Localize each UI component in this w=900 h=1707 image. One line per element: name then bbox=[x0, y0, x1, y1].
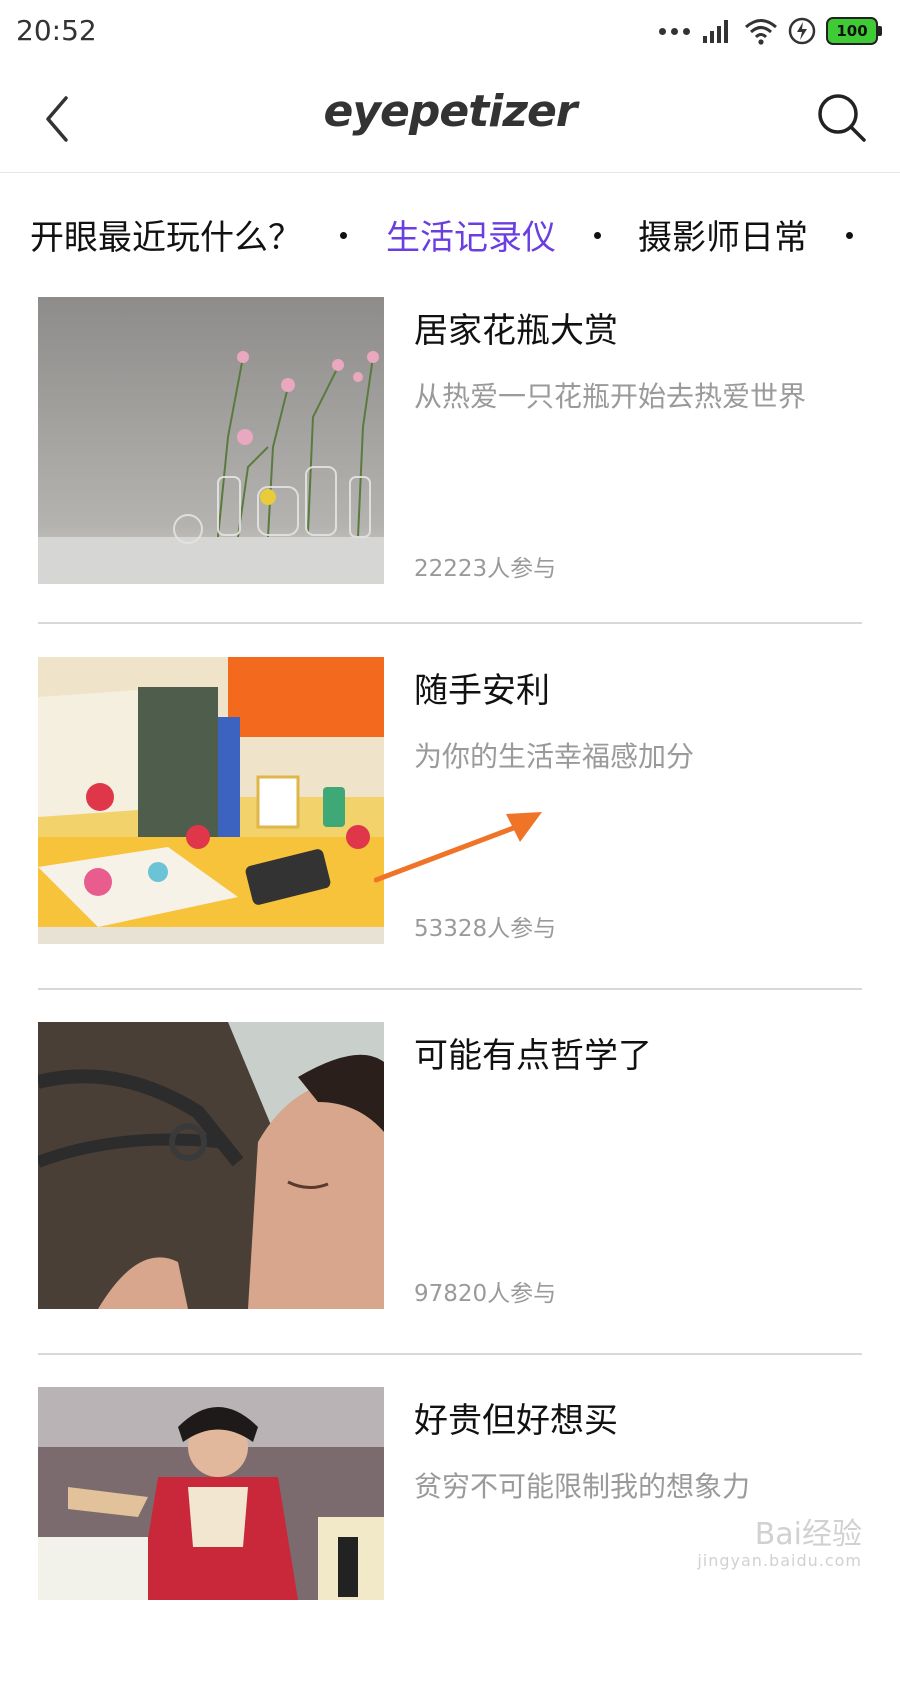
watermark: Bai经验 jingyan.baidu.com bbox=[697, 1509, 862, 1570]
watermark-main: Bai经验 bbox=[754, 1517, 862, 1552]
tab-life-recorder[interactable]: 生活记录仪 bbox=[386, 210, 556, 259]
tab-separator-dot bbox=[340, 232, 347, 239]
category-tabs: 开眼最近玩什么？ 生活记录仪 摄影师日常 bbox=[0, 196, 900, 276]
thumbnail-image bbox=[38, 1387, 384, 1600]
battery-icon: 100 bbox=[826, 17, 882, 45]
wifi-icon bbox=[745, 19, 777, 45]
divider bbox=[38, 988, 862, 990]
list-item[interactable]: 可能有点哲学了 97820人参与 bbox=[38, 1022, 862, 1342]
item-subtitle: 为你的生活幸福感加分 bbox=[414, 740, 695, 773]
signal-dots-icon bbox=[659, 27, 690, 35]
tab-separator-dot bbox=[846, 232, 853, 239]
annotation-arrow-icon bbox=[374, 812, 542, 883]
app-logo: eyepetizer bbox=[323, 86, 578, 137]
item-subtitle: 贫穷不可能限制我的想象力 bbox=[414, 1470, 751, 1503]
item-title: 随手安利 bbox=[414, 671, 550, 711]
tab-photographer-daily[interactable]: 摄影师日常 bbox=[638, 210, 808, 259]
item-subtitle: 从热爱一只花瓶开始去热爱世界 bbox=[414, 380, 807, 413]
divider bbox=[38, 1353, 862, 1355]
list-item[interactable]: 居家花瓶大赏 从热爱一只花瓶开始去热爱世界 22223人参与 bbox=[38, 297, 862, 617]
status-bar: 20:52 100 bbox=[0, 0, 900, 62]
item-title: 居家花瓶大赏 bbox=[414, 311, 618, 351]
tab-separator-dot bbox=[594, 232, 601, 239]
item-title: 可能有点哲学了 bbox=[414, 1036, 652, 1076]
status-time: 20:52 bbox=[16, 14, 97, 47]
charging-icon bbox=[788, 17, 816, 45]
cellular-signal-icon bbox=[703, 20, 728, 43]
search-button[interactable] bbox=[814, 90, 870, 146]
tab-recent-play[interactable]: 开眼最近玩什么？ bbox=[30, 210, 302, 259]
watermark-url: jingyan.baidu.com bbox=[697, 1551, 862, 1570]
thumbnail-image bbox=[38, 657, 384, 944]
participant-count: 22223人参与 bbox=[414, 556, 557, 582]
divider bbox=[38, 622, 862, 624]
item-title: 好贵但好想买 bbox=[414, 1401, 618, 1441]
thumbnail-image bbox=[38, 297, 384, 584]
participant-count: 97820人参与 bbox=[414, 1281, 557, 1307]
status-icons: 100 bbox=[659, 16, 882, 46]
app-bar: eyepetizer bbox=[0, 62, 900, 173]
search-icon bbox=[818, 94, 866, 142]
thumbnail-image bbox=[38, 1022, 384, 1309]
participant-count: 53328人参与 bbox=[414, 916, 557, 942]
